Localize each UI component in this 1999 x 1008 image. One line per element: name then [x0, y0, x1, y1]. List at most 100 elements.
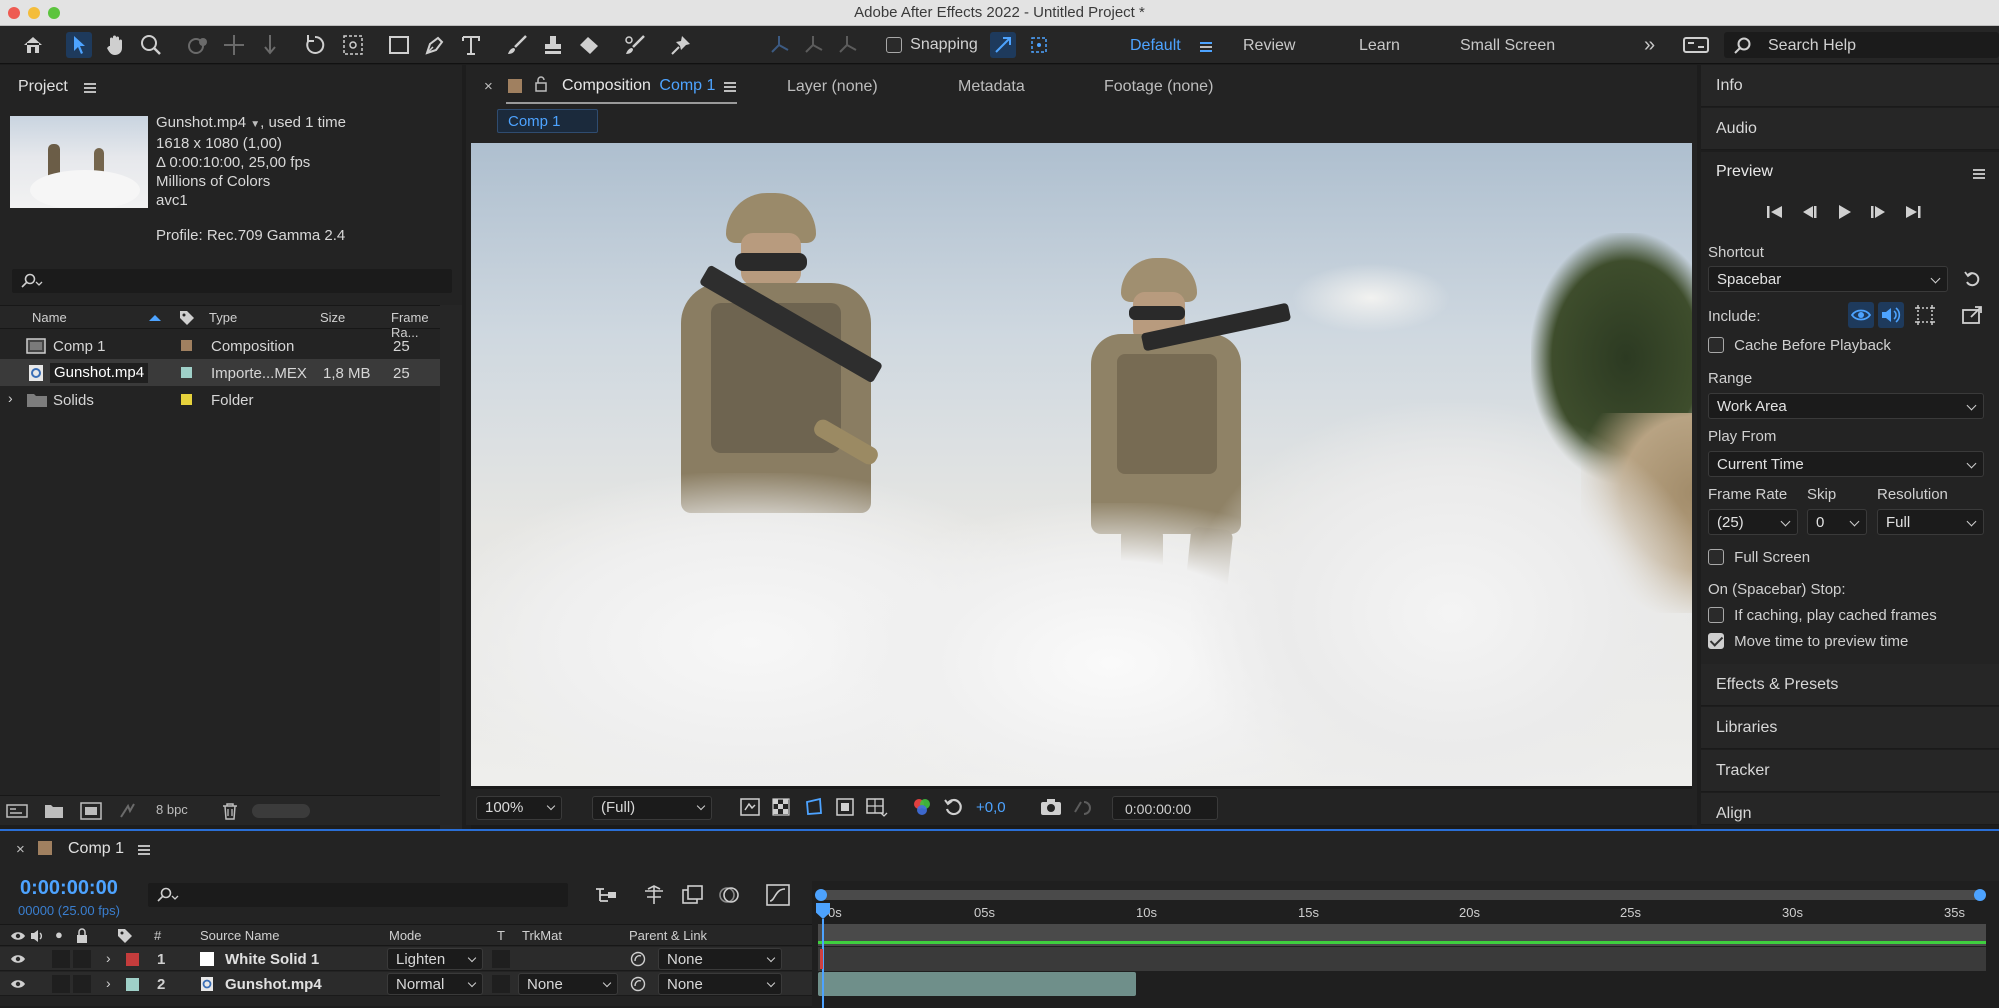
layer-row[interactable]: › 2 Gunshot.mp4 Normal None None: [0, 972, 812, 996]
workspace-default-menu-icon[interactable]: [1200, 42, 1212, 52]
timeline-track-area[interactable]: 0s 05s 10s 15s 20s 25s 30s 35s: [812, 881, 1999, 1008]
info-panel-header[interactable]: Info: [1701, 65, 1999, 107]
rotation-tool-icon[interactable]: [302, 32, 328, 58]
tab-layer[interactable]: Layer (none): [787, 78, 878, 96]
expand-chevron-icon[interactable]: ›: [8, 390, 13, 406]
hand-tool-icon[interactable]: [102, 32, 128, 58]
label-column-icon[interactable]: [116, 927, 134, 945]
magnification-dropdown[interactable]: 100%: [476, 796, 562, 820]
first-frame-icon[interactable]: [1766, 204, 1784, 220]
composition-panel-menu-icon[interactable]: [724, 82, 736, 92]
snapshot-camera-icon[interactable]: [1040, 798, 1062, 816]
project-item-solids[interactable]: › Solids Folder: [0, 386, 440, 413]
rotate-orbit-tool-icon[interactable]: [185, 32, 211, 58]
layer-visibility-icon[interactable]: [10, 978, 26, 990]
grid-guide-options-icon[interactable]: [866, 798, 888, 818]
layer-visibility-icon[interactable]: [10, 953, 26, 965]
search-help-field[interactable]: Search Help: [1724, 32, 1999, 58]
solo-column-icon[interactable]: ●: [55, 927, 63, 942]
reset-exposure-icon[interactable]: [944, 797, 964, 817]
external-video-icon[interactable]: [1962, 305, 1984, 325]
skip-dropdown[interactable]: 0: [1807, 509, 1867, 535]
label-color-swatch[interactable]: [181, 367, 192, 378]
workspace-small-screen[interactable]: Small Screen: [1460, 37, 1555, 55]
full-screen-box[interactable]: [1708, 549, 1724, 566]
exposure-value[interactable]: +0,0: [976, 799, 1006, 816]
view-axis-mode-icon[interactable]: [834, 32, 860, 58]
pan-behind-icon[interactable]: [221, 32, 247, 58]
align-header[interactable]: Align: [1701, 793, 1999, 825]
libraries-header[interactable]: Libraries: [1701, 707, 1999, 749]
move-time-box[interactable]: [1708, 633, 1724, 650]
cache-before-playback-checkbox[interactable]: Cache Before Playback: [1708, 336, 1891, 354]
timeline-current-time[interactable]: 0:00:00:00: [20, 877, 118, 900]
range-dropdown[interactable]: Work Area: [1708, 393, 1984, 419]
project-scrollbar[interactable]: [440, 305, 462, 845]
region-of-interest-icon[interactable]: [836, 798, 854, 816]
transparency-grid-icon[interactable]: [772, 798, 790, 816]
layer-parent-dropdown[interactable]: None: [658, 948, 782, 970]
clone-stamp-tool-icon[interactable]: [540, 32, 566, 58]
work-area-bar[interactable]: [815, 889, 1986, 901]
eraser-tool-icon[interactable]: [576, 32, 602, 58]
preserve-transparency-switch[interactable]: [492, 975, 510, 993]
move-time-checkbox[interactable]: Move time to preview time: [1708, 632, 1908, 650]
fast-previews-icon[interactable]: [740, 798, 760, 816]
parent-pickwhip-icon[interactable]: [630, 976, 646, 992]
roto-brush-tool-icon[interactable]: [622, 32, 648, 58]
mask-visibility-icon[interactable]: [804, 797, 824, 817]
composition-frame[interactable]: [471, 143, 1692, 786]
snapping-checkbox[interactable]: Snapping: [886, 36, 978, 54]
workspace-default[interactable]: Default: [1130, 37, 1181, 55]
puppet-pin-tool-icon[interactable]: [668, 32, 694, 58]
column-type[interactable]: Type: [209, 310, 237, 325]
workspace-review[interactable]: Review: [1243, 37, 1295, 55]
layer-source-name[interactable]: White Solid 1: [225, 951, 319, 968]
column-source-name[interactable]: Source Name: [200, 928, 279, 943]
channel-rgb-icon[interactable]: [912, 797, 932, 817]
snap-features-icon[interactable]: [1026, 32, 1052, 58]
type-tool-icon[interactable]: [458, 32, 484, 58]
project-settings-icon[interactable]: [118, 802, 140, 820]
parent-pickwhip-icon[interactable]: [630, 951, 646, 967]
dolly-tool-icon[interactable]: [257, 32, 283, 58]
current-time-display[interactable]: 0:00:00:00: [1112, 796, 1218, 820]
solo-switch[interactable]: [52, 975, 70, 993]
play-from-dropdown[interactable]: Current Time: [1708, 451, 1984, 477]
label-color-swatch[interactable]: [181, 394, 192, 405]
lock-icon[interactable]: [534, 75, 548, 93]
next-frame-icon[interactable]: [1870, 204, 1888, 220]
brush-tool-icon[interactable]: [504, 32, 530, 58]
frame-blending-icon[interactable]: [682, 885, 704, 905]
project-item-gunshot[interactable]: Gunshot.mp4 Importe...MEX 1,8 MB 25: [0, 359, 440, 386]
resolution-preview-dropdown[interactable]: Full: [1877, 509, 1984, 535]
timeline-comp-tab[interactable]: Comp 1: [68, 840, 124, 858]
project-search-input[interactable]: [12, 269, 452, 293]
video-visibility-icon[interactable]: [10, 930, 26, 942]
shortcut-dropdown[interactable]: Spacebar: [1708, 266, 1948, 292]
lock-column-icon[interactable]: [75, 928, 89, 944]
preserve-transparency-switch[interactable]: [492, 950, 510, 968]
label-color-swatch[interactable]: [181, 340, 192, 351]
lock-switch[interactable]: [73, 975, 91, 993]
include-audio-toggle[interactable]: [1878, 302, 1904, 328]
workspace-switch-icon[interactable]: [1683, 32, 1709, 58]
label-tag-icon[interactable]: [178, 309, 196, 327]
sort-ascending-icon[interactable]: [148, 314, 162, 322]
layer-parent-dropdown[interactable]: None: [658, 973, 782, 995]
effects-presets-header[interactable]: Effects & Presets: [1701, 664, 1999, 706]
if-caching-box[interactable]: [1708, 607, 1724, 624]
world-axis-mode-icon[interactable]: [800, 32, 826, 58]
lock-switch[interactable]: [73, 950, 91, 968]
reset-shortcut-icon[interactable]: [1963, 270, 1983, 288]
selection-tool-icon[interactable]: [66, 32, 92, 58]
show-snapshot-icon[interactable]: [1072, 798, 1094, 816]
tab-footage[interactable]: Footage (none): [1104, 78, 1213, 96]
pen-tool-icon[interactable]: [422, 32, 448, 58]
graph-editor-icon[interactable]: [766, 884, 790, 906]
include-video-toggle[interactable]: [1848, 302, 1874, 328]
snapping-checkbox-box[interactable]: [886, 37, 902, 54]
layer-mode-dropdown[interactable]: Lighten: [387, 948, 483, 970]
preview-panel-menu-icon[interactable]: [1973, 169, 1985, 179]
column-name[interactable]: Name: [32, 310, 67, 325]
